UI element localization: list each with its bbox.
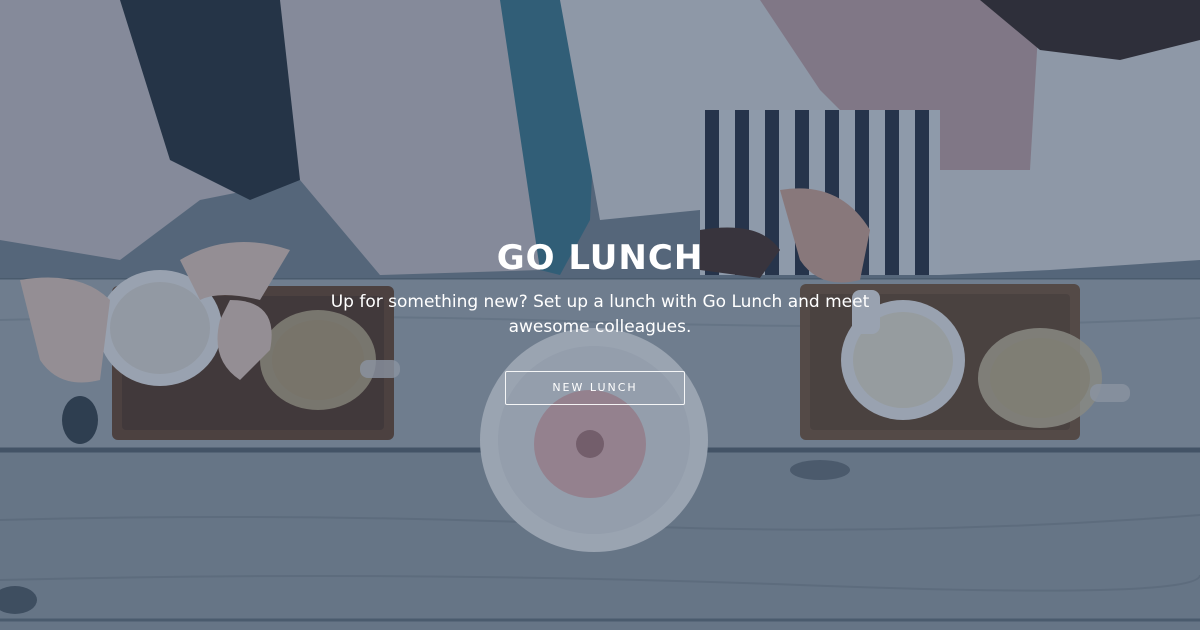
hero-content: GO LUNCH Up for something new? Set up a … [0,0,1200,630]
hero-title: GO LUNCH [496,238,704,278]
hero-subtitle: Up for something new? Set up a lunch wit… [330,292,870,337]
hero-banner: GO LUNCH Up for something new? Set up a … [0,0,1200,630]
new-lunch-button[interactable]: NEW LUNCH [505,371,685,405]
